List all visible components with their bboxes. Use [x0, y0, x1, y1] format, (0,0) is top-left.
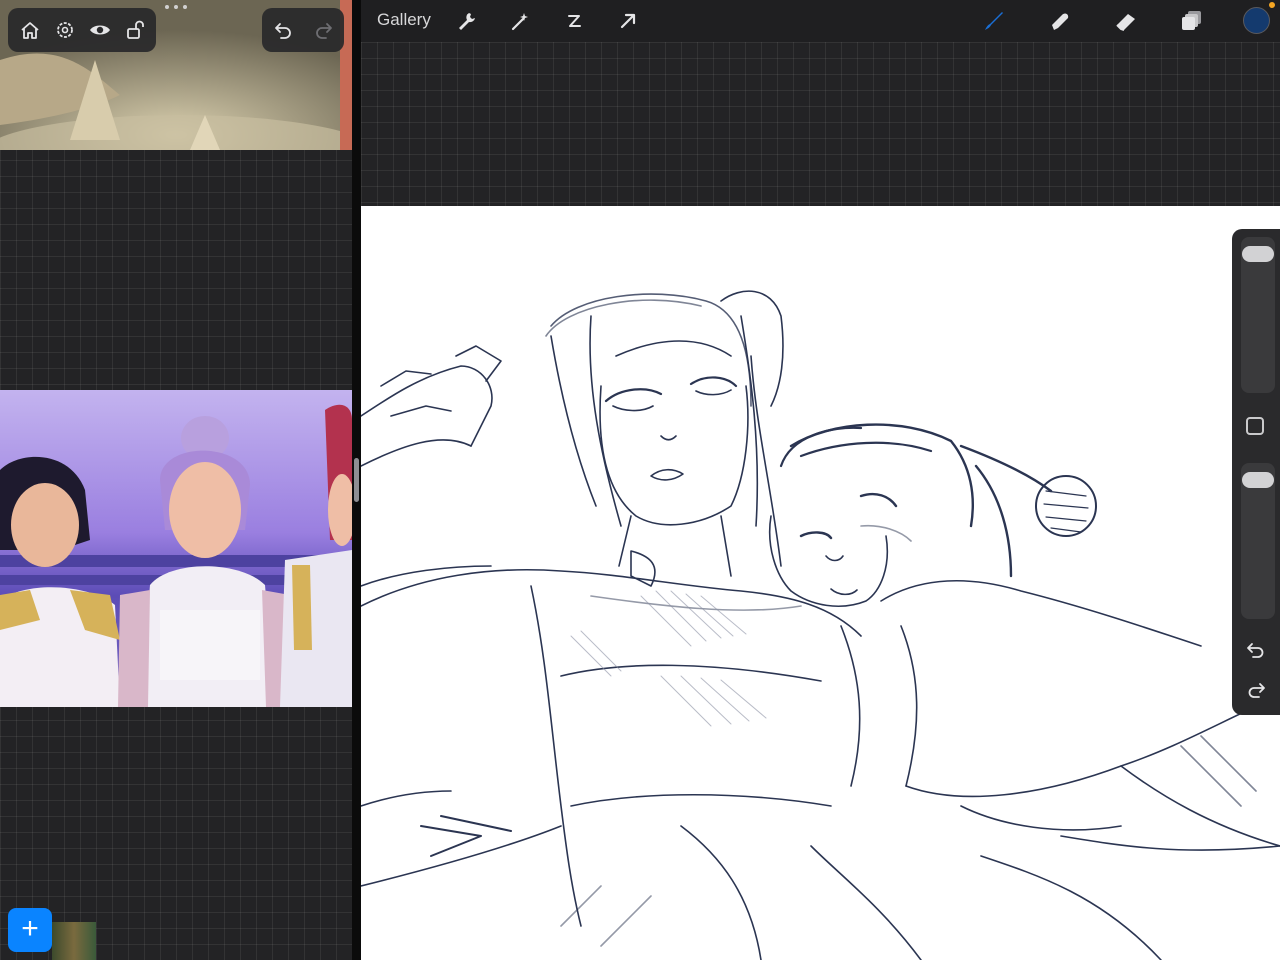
- modify-square-icon[interactable]: [1246, 417, 1264, 435]
- reference-thumbnail[interactable]: [52, 922, 96, 960]
- top-toolbar: Gallery: [361, 0, 1280, 42]
- pane-grabber[interactable]: [165, 5, 187, 11]
- reference-history-controls: [262, 8, 344, 52]
- brush-sidebar: [1232, 229, 1280, 715]
- add-reference-button[interactable]: +: [8, 908, 52, 952]
- eraser-icon[interactable]: [1111, 6, 1141, 36]
- reference-image-characters[interactable]: [0, 390, 352, 707]
- magic-wand-icon[interactable]: [505, 6, 535, 36]
- smudge-icon[interactable]: [1045, 6, 1075, 36]
- redo-icon[interactable]: [309, 15, 339, 45]
- color-picker-button[interactable]: [1243, 7, 1270, 34]
- reference-toolbar: [8, 8, 156, 52]
- color-indicator-dot: [1269, 2, 1275, 8]
- transform-arrow-icon[interactable]: [613, 6, 643, 36]
- brush-size-slider[interactable]: [1241, 237, 1275, 393]
- unlock-icon[interactable]: [120, 15, 150, 45]
- selection-icon[interactable]: [559, 6, 589, 36]
- drawing-app-pane: Gallery: [361, 0, 1280, 960]
- opacity-thumb[interactable]: [1242, 471, 1274, 488]
- redo-icon[interactable]: [1242, 679, 1270, 703]
- wrench-icon[interactable]: [451, 6, 481, 36]
- split-view-divider[interactable]: [352, 0, 361, 960]
- undo-icon[interactable]: [268, 15, 298, 45]
- drawing-canvas[interactable]: [361, 206, 1280, 960]
- opacity-slider[interactable]: [1241, 463, 1275, 619]
- undo-icon[interactable]: [1242, 639, 1270, 663]
- brush-size-thumb[interactable]: [1242, 245, 1274, 262]
- reference-pane: +: [0, 0, 352, 960]
- split-view-handle[interactable]: [354, 458, 359, 502]
- home-icon[interactable]: [15, 15, 45, 45]
- layers-icon[interactable]: [1177, 6, 1207, 36]
- gallery-button[interactable]: Gallery: [377, 10, 431, 30]
- eye-icon[interactable]: [85, 15, 115, 45]
- brush-icon[interactable]: [979, 6, 1009, 36]
- settings-icon[interactable]: [50, 15, 80, 45]
- canvas-workspace[interactable]: [361, 42, 1280, 960]
